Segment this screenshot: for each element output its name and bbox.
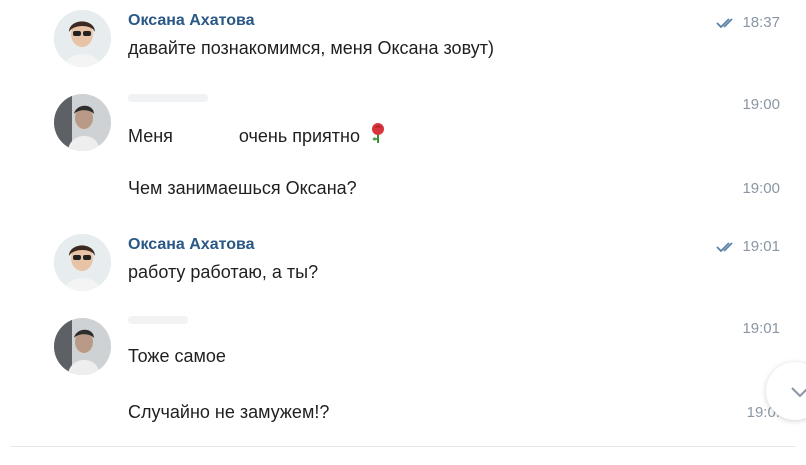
message-text: давайте познакомимся, меня Оксана зовут) <box>128 38 494 58</box>
message-text: Случайно не замужем!? <box>128 402 330 422</box>
double-check-icon <box>716 18 734 29</box>
message-text: Чем занимаешься Оксана? <box>128 178 357 198</box>
divider <box>10 446 796 447</box>
hidden-name-placeholder <box>128 94 208 102</box>
avatar-image <box>54 94 111 151</box>
avatar[interactable] <box>54 94 111 151</box>
avatar-image <box>54 234 111 291</box>
avatar[interactable] <box>54 234 111 291</box>
avatar[interactable] <box>54 10 111 67</box>
message-time: 19:01 <box>716 238 780 255</box>
hidden-name-placeholder <box>128 316 188 324</box>
message-text: Тоже самое <box>128 346 226 366</box>
avatar-image <box>54 10 111 67</box>
avatar[interactable] <box>54 318 111 375</box>
chevron-down-icon <box>791 387 806 398</box>
message-time: 19:00 <box>742 180 780 197</box>
message-time: 19:01 <box>742 320 780 337</box>
sender-name[interactable]: Оксана Ахатова <box>128 12 255 30</box>
double-check-icon <box>716 242 734 253</box>
message-text: работу работаю, а ты? <box>128 262 319 282</box>
sender-name[interactable]: Оксана Ахатова <box>128 236 255 254</box>
message-time: 19:00 <box>742 96 780 113</box>
message-text: Меня очень приятно <box>128 122 387 147</box>
message-time: 18:37 <box>716 14 780 31</box>
rose-icon <box>372 123 384 143</box>
avatar-image <box>54 318 111 375</box>
